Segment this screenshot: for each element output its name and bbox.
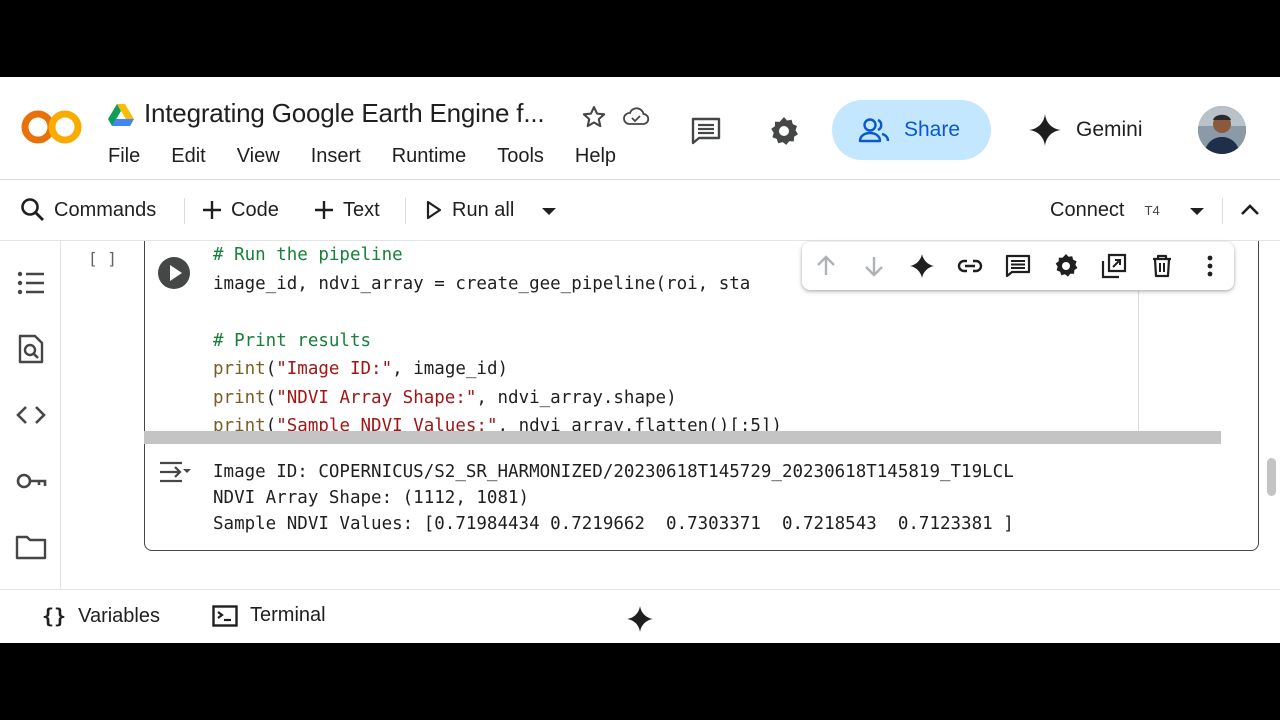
- bottom-bar: {} Variables Terminal: [0, 590, 1280, 643]
- output-actions-icon[interactable]: [158, 459, 192, 485]
- more-vert-icon[interactable]: [1197, 253, 1223, 279]
- play-icon: [426, 200, 442, 220]
- mirror-cell-icon[interactable]: [1101, 253, 1127, 279]
- chevron-down-icon[interactable]: [1188, 206, 1206, 218]
- move-up-icon[interactable]: [813, 253, 839, 279]
- left-rail: [0, 241, 61, 589]
- notebook-title[interactable]: Integrating Google Earth Engine f...: [144, 98, 545, 129]
- editor-ruler: [1138, 291, 1139, 441]
- terminal-label: Terminal: [250, 604, 326, 626]
- colab-logo[interactable]: [20, 107, 84, 147]
- menu-help[interactable]: Help: [575, 145, 616, 168]
- menu-runtime[interactable]: Runtime: [392, 145, 466, 168]
- toolbar-separator: [184, 198, 185, 224]
- delete-icon[interactable]: [1149, 253, 1175, 279]
- folder-icon[interactable]: [15, 531, 47, 563]
- comment-icon[interactable]: [690, 115, 722, 147]
- settings-icon[interactable]: [1053, 253, 1079, 279]
- menu-file[interactable]: File: [108, 145, 140, 168]
- text-label: Text: [343, 198, 380, 221]
- print-string: "Image ID:": [276, 359, 393, 379]
- connect-button[interactable]: Connect T4: [1050, 194, 1160, 226]
- gemini-sparkle-icon: [1029, 114, 1061, 146]
- star-icon[interactable]: [580, 103, 608, 131]
- commands-label: Commands: [54, 198, 157, 221]
- code-line-2: image_id, ndvi_array = create_gee_pipeli…: [213, 273, 751, 294]
- gemini-icon[interactable]: [909, 253, 935, 279]
- print-string: "NDVI Array Shape:": [276, 387, 477, 408]
- find-icon[interactable]: [15, 333, 47, 365]
- variables-button[interactable]: {} Variables: [42, 604, 160, 628]
- code-line-4: # Print results: [213, 330, 372, 351]
- commands-button[interactable]: Commands: [20, 194, 156, 226]
- run-all-button[interactable]: Run all: [424, 194, 514, 226]
- comment-icon[interactable]: [1005, 253, 1031, 279]
- add-code-button[interactable]: Code: [201, 194, 279, 226]
- secrets-key-icon[interactable]: [15, 465, 47, 497]
- gemini-button[interactable]: Gemini: [1028, 107, 1143, 153]
- menu-bar: File Edit View Insert Runtime Tools Help: [108, 145, 647, 168]
- run-all-label: Run all: [452, 198, 515, 221]
- toolbar-separator: [405, 198, 406, 224]
- output-line-1: Image ID: COPERNICUS/S2_SR_HARMONIZED/20…: [213, 462, 1014, 482]
- collapse-chevron-up-icon[interactable]: [1240, 202, 1260, 218]
- connect-label: Connect: [1050, 198, 1125, 221]
- search-icon: [21, 198, 44, 221]
- drive-icon[interactable]: [108, 103, 134, 127]
- menu-tools[interactable]: Tools: [497, 145, 544, 168]
- share-button[interactable]: Share: [832, 100, 991, 160]
- plus-icon: [315, 201, 333, 219]
- share-people-icon: [858, 118, 890, 143]
- avatar[interactable]: [1198, 106, 1246, 154]
- print-fn: print: [213, 359, 266, 379]
- variables-icon: {}: [42, 604, 67, 628]
- run-cell-button[interactable]: [158, 257, 190, 289]
- move-down-icon[interactable]: [861, 253, 887, 279]
- code-label: Code: [231, 198, 279, 221]
- toolbar-separator: [1222, 198, 1223, 224]
- cell-toolbar: [802, 242, 1234, 290]
- menu-view[interactable]: View: [237, 145, 280, 168]
- code-horizontal-scrollbar[interactable]: [144, 431, 1221, 444]
- print-fn: print: [213, 387, 266, 408]
- runtime-badge: T4: [1144, 202, 1160, 218]
- variables-label: Variables: [78, 604, 160, 627]
- gear-icon[interactable]: [768, 115, 800, 147]
- code-line-1: # Run the pipeline: [213, 245, 403, 265]
- code-line-5: print("Image ID:", image_id): [213, 359, 509, 379]
- add-text-button[interactable]: Text: [313, 194, 380, 226]
- link-icon[interactable]: [957, 253, 983, 279]
- cell-output: Image ID: COPERNICUS/S2_SR_HARMONIZED/20…: [213, 459, 1014, 537]
- menu-insert[interactable]: Insert: [311, 145, 361, 168]
- terminal-icon: [212, 604, 238, 627]
- toc-icon[interactable]: [15, 267, 47, 299]
- share-label: Share: [904, 118, 961, 141]
- execution-count: [ ]: [88, 249, 117, 268]
- print-rest: , ndvi_array.shape): [476, 387, 677, 408]
- plus-icon: [203, 201, 221, 219]
- header: Integrating Google Earth Engine f... Fil…: [0, 77, 1280, 180]
- output-line-3: Sample NDVI Values: [0.71984434 0.721966…: [213, 514, 1014, 534]
- notebook-content: [ ] # Run the pipeline image_id, ndvi_ar…: [62, 241, 1280, 589]
- code-line-6: print("NDVI Array Shape:", ndvi_array.sh…: [213, 387, 677, 408]
- print-rest: , image_id): [392, 359, 509, 379]
- code-editor[interactable]: # Run the pipeline image_id, ndvi_array …: [213, 241, 782, 441]
- cloud-saved-icon[interactable]: [622, 103, 650, 131]
- gemini-sparkle-icon[interactable]: [626, 605, 654, 633]
- menu-edit[interactable]: Edit: [171, 145, 205, 168]
- terminal-button[interactable]: Terminal: [212, 604, 326, 627]
- chevron-down-icon[interactable]: [540, 206, 558, 218]
- output-line-2: NDVI Array Shape: (1112, 1081): [213, 488, 530, 508]
- notebook-toolbar: Commands Code Text Run all Connect T4: [0, 180, 1280, 240]
- colab-app: Integrating Google Earth Engine f... Fil…: [0, 77, 1280, 643]
- page-vertical-scrollbar[interactable]: [1267, 458, 1276, 496]
- code-snippets-icon[interactable]: [15, 399, 47, 431]
- gemini-label: Gemini: [1076, 118, 1143, 141]
